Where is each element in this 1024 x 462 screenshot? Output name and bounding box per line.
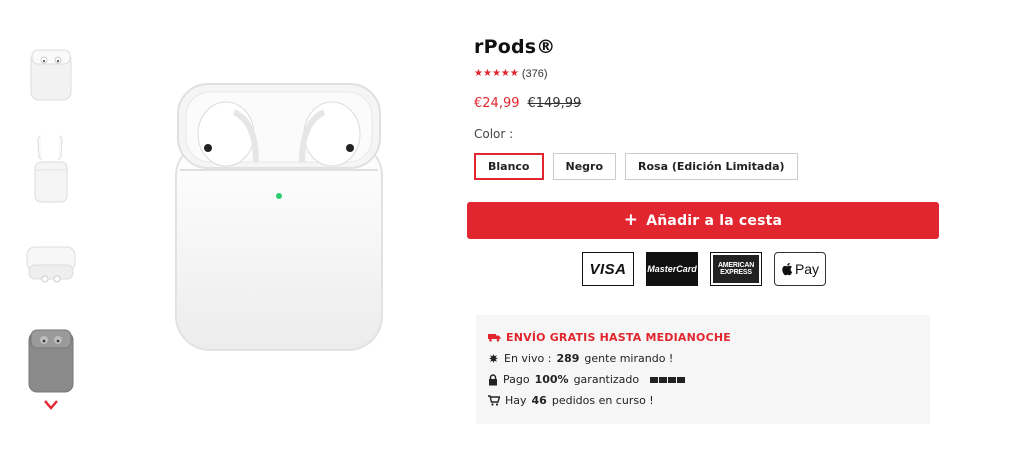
amex-logo: AMERICAN EXPRESS	[710, 252, 762, 286]
secure-payment: Pago 100% garantizado	[488, 373, 918, 386]
apple-pay-logo: Pay	[774, 252, 826, 286]
sale-price: €24,99	[474, 96, 520, 111]
add-to-cart-label: Añadir a la cesta	[646, 212, 783, 229]
payment-methods: VISA MasterCard AMERICAN EXPRESS Pay	[582, 252, 826, 286]
live-count: 289	[556, 352, 580, 365]
star-icon: ★	[491, 68, 501, 79]
amex-text-line2: EXPRESS	[720, 269, 752, 276]
case-open-thumbnail-image	[30, 49, 72, 101]
case-grey-thumbnail-image	[28, 329, 74, 393]
price-block: €24,99 €149,99	[474, 96, 944, 111]
thumbnail-case-with-buds[interactable]	[22, 134, 80, 204]
amex-text-line1: AMERICAN	[717, 261, 755, 269]
live-viewers: En vivo : 289 gente mirando !	[488, 352, 918, 365]
star-icon: ★	[509, 68, 519, 79]
orders-suffix: pedidos en curso !	[551, 394, 654, 407]
thumbnail-case-grey[interactable]	[22, 326, 80, 396]
color-options: Blanco Negro Rosa (Edición Limitada)	[474, 153, 944, 180]
mini-card-icon	[650, 376, 659, 383]
color-option-blanco[interactable]: Blanco	[474, 153, 544, 180]
chevron-down-icon[interactable]	[44, 399, 58, 411]
payment-prefix: Pago	[503, 373, 530, 386]
free-shipping-text: ENVÍO GRATIS HASTA MEDIANOCHE	[506, 331, 731, 344]
star-icon: ★	[482, 68, 492, 79]
mini-card-icon	[659, 376, 668, 383]
apple-pay-text: Pay	[794, 261, 820, 277]
star-rating: ★ ★ ★ ★ ★	[474, 69, 519, 79]
free-shipping-banner: ENVÍO GRATIS HASTA MEDIANOCHE	[488, 331, 918, 344]
payment-bold: 100%	[534, 373, 569, 386]
lock-icon	[489, 373, 497, 385]
info-box: ENVÍO GRATIS HASTA MEDIANOCHE En vivo : …	[476, 315, 930, 424]
mastercard-logo: MasterCard	[646, 252, 698, 286]
mini-card-icon	[668, 376, 677, 383]
eye-icon	[489, 354, 498, 363]
visa-logo: VISA	[582, 252, 634, 286]
thumbnail-case-top[interactable]	[22, 230, 80, 300]
mastercard-text: MasterCard	[647, 264, 697, 274]
cart-icon	[488, 395, 500, 406]
live-prefix: En vivo :	[504, 352, 552, 365]
product-title: rPods®	[474, 36, 556, 58]
visa-text: VISA	[589, 260, 627, 278]
product-info: rPods® ★ ★ ★ ★ ★ (376) €24,99 €149,99 Co…	[474, 36, 944, 180]
color-option-negro[interactable]: Negro	[552, 153, 617, 180]
payment-suffix: garantizado	[573, 373, 640, 386]
star-icon: ★	[474, 68, 483, 79]
star-icon: ★	[500, 68, 510, 79]
thumbnail-gallery	[22, 38, 80, 406]
thumbnail-case-open[interactable]	[22, 38, 80, 108]
orders-prefix: Hay	[505, 394, 527, 407]
apple-icon	[782, 262, 793, 276]
truck-icon	[488, 334, 501, 342]
plus-icon: +	[623, 210, 639, 230]
case-buds-thumbnail-image	[34, 135, 68, 203]
mini-card-icon	[677, 376, 686, 383]
orders-in-progress: Hay 46 pedidos en curso !	[488, 394, 918, 407]
original-price: €149,99	[527, 96, 582, 111]
color-label: Color :	[474, 127, 514, 141]
rating[interactable]: ★ ★ ★ ★ ★ (376)	[474, 68, 944, 80]
live-suffix: gente mirando !	[584, 352, 674, 365]
orders-count: 46	[531, 394, 547, 407]
case-top-thumbnail-image	[26, 246, 76, 283]
mini-card-icons	[650, 376, 686, 383]
color-option-rosa[interactable]: Rosa (Edición Limitada)	[625, 153, 798, 180]
add-to-cart-button[interactable]: + Añadir a la cesta	[467, 202, 939, 239]
review-count: (376)	[521, 68, 548, 80]
product-main-image	[175, 83, 383, 351]
